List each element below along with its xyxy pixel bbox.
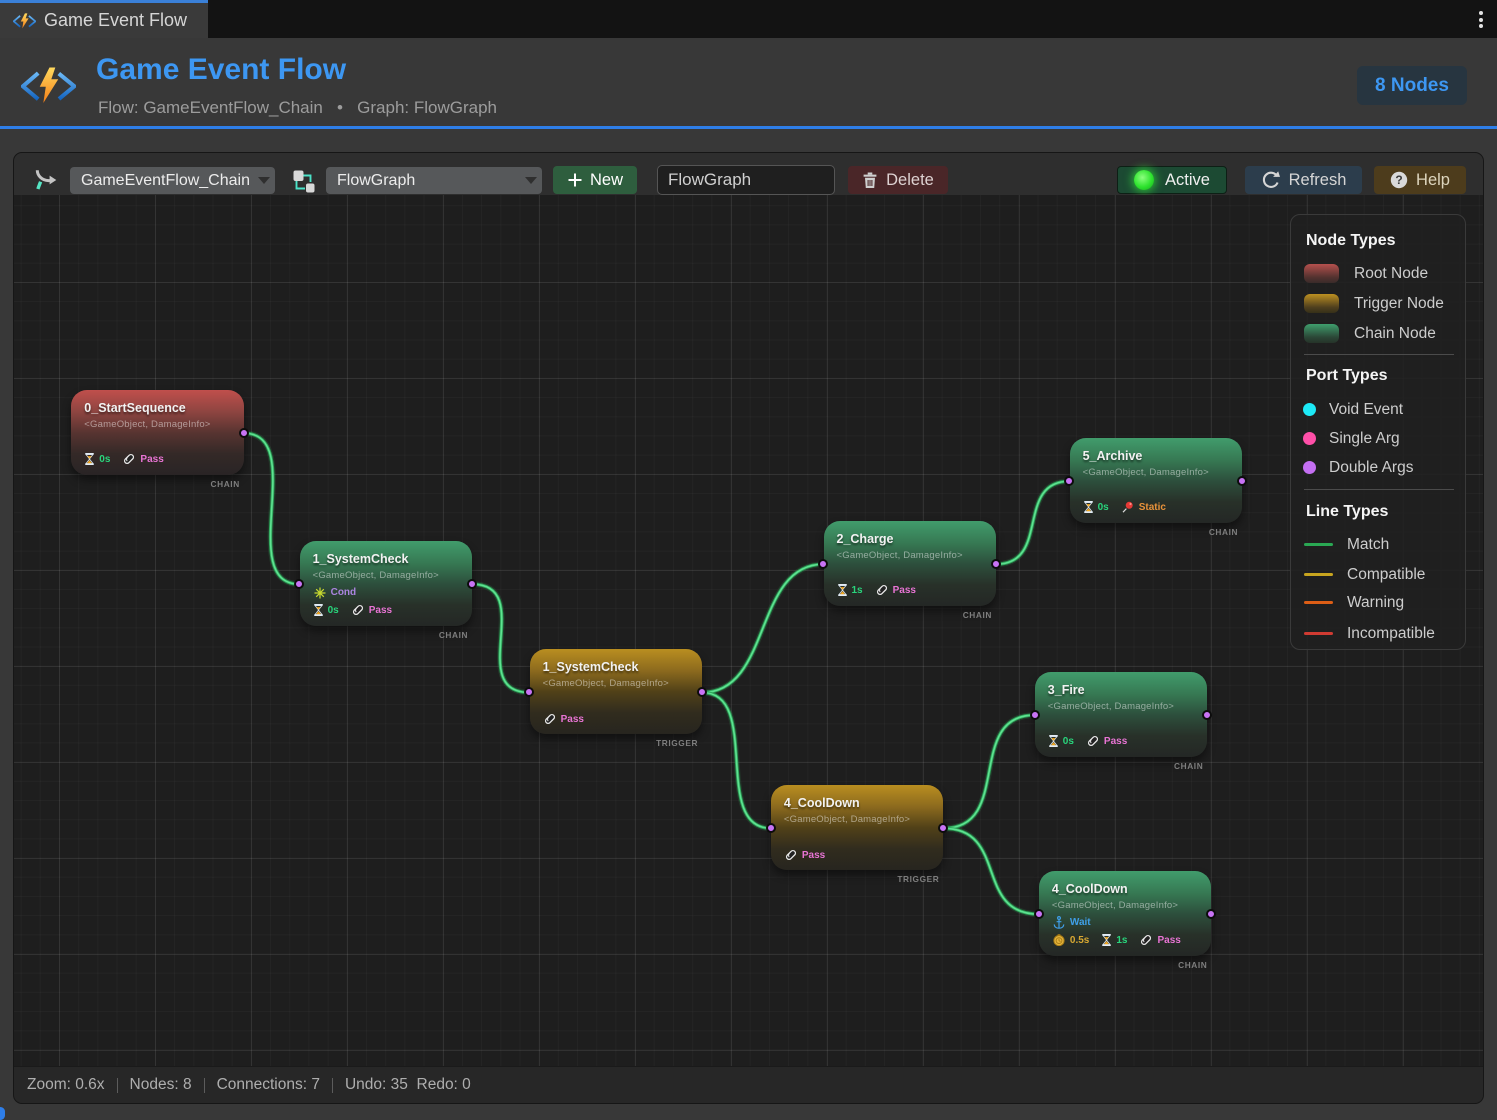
svg-text:?: ? xyxy=(1395,173,1402,187)
